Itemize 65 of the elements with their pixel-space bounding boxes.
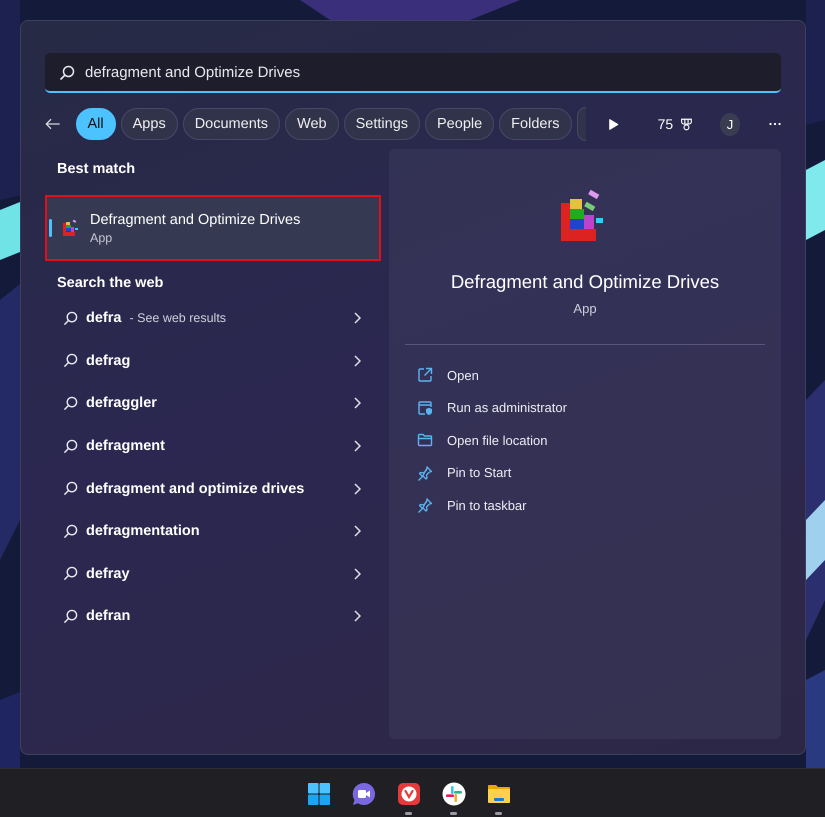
chevron-right-icon xyxy=(353,440,361,452)
chevron-right-icon xyxy=(353,482,361,495)
action-item[interactable]: Open xyxy=(389,359,781,392)
shield-window-icon xyxy=(417,400,433,416)
search-field[interactable]: defragment and Optimize Drives xyxy=(45,53,781,93)
action-item[interactable]: Run as administrator xyxy=(389,392,781,424)
filter-tab[interactable]: Documents xyxy=(182,108,280,140)
app-type: App xyxy=(90,230,114,244)
app-name: Defragment and Optimize Drives xyxy=(450,271,720,293)
play-icon[interactable] xyxy=(609,118,619,130)
filter-tab[interactable]: Settings xyxy=(344,108,420,140)
app-name: Defragment and Optimize Drives xyxy=(90,212,300,228)
folder-icon[interactable] xyxy=(486,782,510,806)
action-item[interactable]: Pin to Start xyxy=(389,456,781,489)
search-icon xyxy=(63,608,78,624)
chevron-right-icon xyxy=(353,397,361,410)
running-indicator xyxy=(495,812,502,815)
section-heading: Search the web xyxy=(56,274,164,293)
best-match-item[interactable]: Defragment and Optimize Drives App xyxy=(45,195,381,261)
rewards-points[interactable]: 75 xyxy=(658,116,674,132)
pin-icon xyxy=(417,464,433,481)
search-icon xyxy=(63,438,78,454)
more-icon[interactable] xyxy=(768,122,781,126)
section-heading: Best match xyxy=(56,160,136,179)
running-indicator xyxy=(405,812,412,815)
pin-icon xyxy=(417,497,433,514)
action-item[interactable]: Open file location xyxy=(389,424,781,456)
chevron-right-icon xyxy=(353,610,361,622)
search-icon xyxy=(63,310,78,326)
filter-tab[interactable]: All xyxy=(76,108,116,140)
folder-icon xyxy=(417,432,433,448)
search-icon xyxy=(63,396,78,411)
web-suggestion[interactable]: defrag xyxy=(45,340,381,382)
medal-icon[interactable] xyxy=(680,116,694,132)
hash-chat-icon[interactable] xyxy=(442,782,466,806)
filter-tab[interactable]: Web xyxy=(285,108,339,140)
web-suggestion[interactable]: defran xyxy=(45,595,381,638)
search-icon xyxy=(59,65,75,81)
filter-tab[interactable]: Folders xyxy=(499,108,572,140)
running-indicator xyxy=(450,812,457,815)
chevron-right-icon xyxy=(353,568,361,580)
app-type: App xyxy=(573,301,597,316)
search-icon xyxy=(63,566,78,582)
back-arrow-icon[interactable] xyxy=(45,117,61,131)
web-suggestion[interactable]: defragment xyxy=(45,424,381,468)
action-item[interactable]: Pin to taskbar xyxy=(389,489,781,522)
start-icon[interactable] xyxy=(306,782,330,806)
filter-tab[interactable]: Apps xyxy=(120,108,178,140)
browser-icon[interactable] xyxy=(396,782,420,806)
filter-tab[interactable]: People xyxy=(425,108,494,140)
web-suggestion[interactable]: defraggler xyxy=(45,382,381,425)
defrag-app-icon xyxy=(61,218,81,238)
chevron-right-icon xyxy=(353,312,361,324)
chevron-right-icon xyxy=(353,525,361,538)
web-suggestion[interactable]: defragmentation xyxy=(45,510,381,553)
video-chat-icon[interactable] xyxy=(352,782,376,806)
web-suggestion[interactable]: defra - See web results xyxy=(45,297,381,340)
external-link-icon xyxy=(417,367,433,384)
account-avatar[interactable]: J xyxy=(720,112,740,136)
search-icon xyxy=(63,481,78,496)
search-icon xyxy=(63,353,78,368)
web-suggestion[interactable]: defragment and optimize drives xyxy=(45,467,381,510)
search-icon xyxy=(63,524,78,539)
web-suggestion[interactable]: defray xyxy=(45,552,381,596)
chevron-right-icon xyxy=(353,354,361,367)
